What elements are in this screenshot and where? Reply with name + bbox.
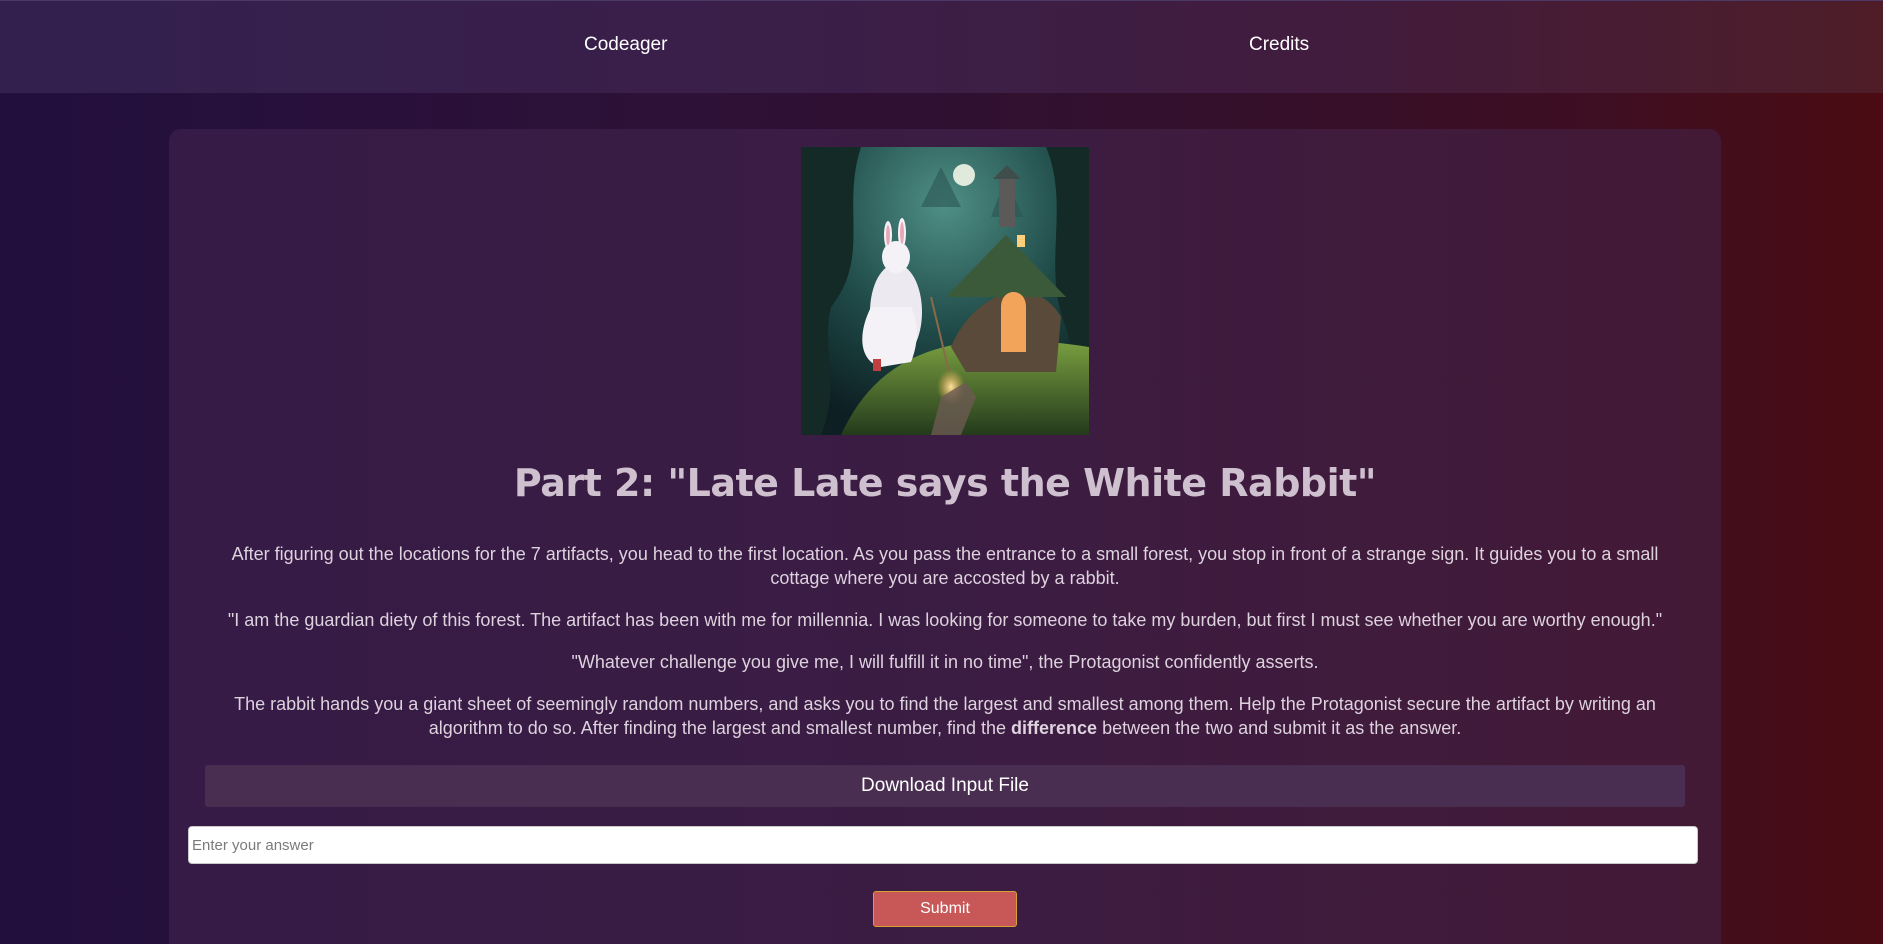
top-nav: Codeager Credits [0,0,1883,93]
story-paragraph-4: The rabbit hands you a giant sheet of se… [219,692,1671,740]
p4-text-end: between the two and submit it as the ans… [1097,718,1462,738]
p4-bold-difference: difference [1011,718,1098,738]
answer-input[interactable] [188,826,1698,864]
story-paragraph-1: After figuring out the locations for the… [231,544,1659,588]
download-input-file-button[interactable]: Download Input File [205,765,1685,807]
nav-credits-link[interactable]: Credits [1249,34,1309,56]
page-title: Part 2: "Late Late says the White Rabbit… [513,461,1377,505]
nav-codeager-link[interactable]: Codeager [584,34,667,56]
submit-button[interactable]: Submit [873,891,1017,927]
white-rabbit-illustration [801,147,1089,435]
story-paragraph-2: "I am the guardian diety of this forest.… [227,610,1663,630]
story-paragraph-3: "Whatever challenge you give me, I will … [571,652,1319,672]
puzzle-card: Part 2: "Late Late says the White Rabbit… [169,129,1721,944]
